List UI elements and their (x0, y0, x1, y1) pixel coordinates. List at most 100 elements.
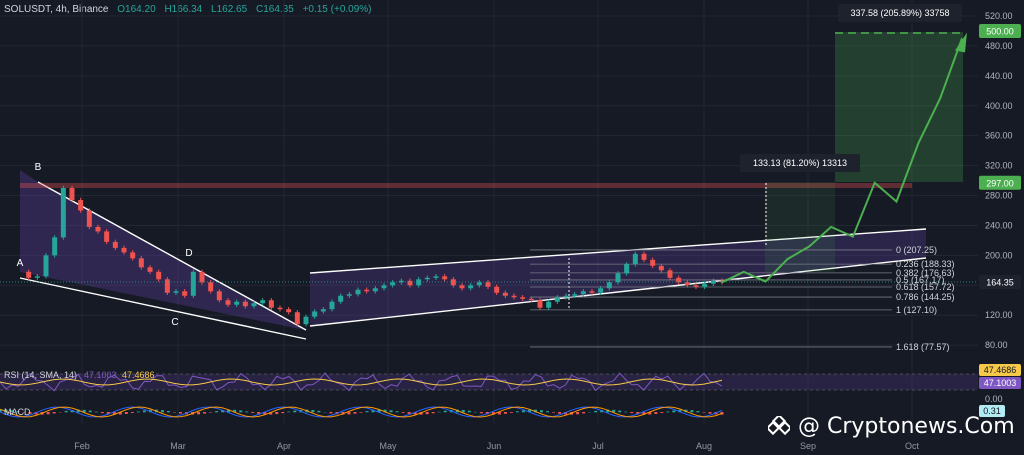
macd-histogram-bar (245, 411, 249, 413)
candle-body (528, 298, 534, 301)
macd-histogram-bar (359, 412, 363, 413)
macd-histogram-bar (94, 411, 98, 413)
macd-histogram-bar (395, 411, 399, 413)
macd-histogram-bar (509, 412, 513, 413)
y-tick-label: 120.00 (985, 310, 1013, 320)
candle-body (702, 283, 708, 287)
x-tick-label: Aug (696, 441, 712, 451)
macd-histogram-bar (317, 410, 321, 413)
y-tick-label: 480.00 (985, 41, 1013, 51)
candle-body (667, 270, 673, 278)
candle-body (468, 285, 474, 289)
macd-histogram-bar (401, 412, 405, 413)
macd-histogram-bar (160, 410, 164, 413)
y-tick-label: 400.00 (985, 101, 1013, 111)
resistance-price-tag: 297.00 (986, 178, 1014, 188)
candle-body (580, 291, 586, 295)
x-tick-label: Oct (905, 441, 920, 451)
candle-body (476, 282, 482, 286)
y-tick-label: 320.00 (985, 161, 1013, 171)
current-price-tag: 164.35 (986, 278, 1014, 288)
macd-histogram-bar (215, 411, 219, 413)
macd-histogram-bar (281, 412, 285, 414)
price-chart[interactable]: RSI (14, SMA, 14) 47.1003 47.4686 MACD Feb M… (0, 0, 1024, 455)
candle-body (511, 295, 517, 298)
candle-body (69, 188, 75, 201)
y-tick-label: 280.00 (985, 191, 1013, 201)
candle-body (138, 258, 144, 268)
rsi-value: 47.1003 (84, 370, 117, 380)
candle-body (260, 300, 266, 304)
candle-body (182, 291, 188, 296)
candle-body (130, 252, 136, 259)
fib-level-label: 0.786 (144.25) (896, 292, 955, 302)
candle-body (433, 276, 439, 278)
candle-body (650, 259, 656, 266)
rsi-label: RSI (14, SMA, 14) (4, 370, 77, 380)
x-tick-label: May (379, 441, 397, 451)
macd-histogram-bar (124, 412, 128, 414)
pattern-point-label: B (35, 162, 42, 173)
candle-body (43, 255, 49, 277)
macd-histogram-bar (431, 412, 435, 414)
macd-histogram-bar (275, 412, 279, 415)
macd-histogram-bar (293, 410, 297, 413)
candle-body (355, 289, 361, 295)
macd-histogram-bar (52, 412, 56, 414)
fib-level-label: 0 (207.25) (896, 245, 937, 255)
macd-histogram-bar (630, 412, 634, 414)
rsi-ma-tag: 47.4686 (984, 365, 1017, 375)
price-scale[interactable]: 80.00120.00160.00200.00240.00280.00320.0… (979, 11, 1021, 417)
macd-histogram-bar (666, 411, 670, 413)
candle-body (294, 312, 300, 325)
macd-label: MACD (4, 407, 31, 417)
fib-level-label: 1.618 (77.57) (896, 342, 950, 352)
candle-body (216, 291, 222, 301)
macd-histogram-bar (690, 410, 694, 413)
macd-histogram-bar (552, 412, 556, 413)
x-tick-label: Jun (487, 441, 502, 451)
candle-body (502, 292, 508, 296)
macd-histogram-bar (624, 411, 628, 413)
fib-level-label: 0.618 (157.72) (896, 282, 955, 292)
candle-body (268, 300, 274, 308)
candle-body (424, 277, 430, 280)
cryptonews-logo-icon (768, 415, 790, 435)
macd-histogram-bar (576, 412, 580, 415)
pattern-point-label: A (17, 258, 24, 269)
candle-body (693, 285, 699, 287)
candle-body (641, 253, 647, 260)
macd-histogram-bar (425, 412, 429, 415)
indicator-panes: RSI (14, SMA, 14) 47.1003 47.4686 MACD (0, 370, 978, 418)
candle-body (121, 247, 127, 253)
candle-body (320, 309, 326, 312)
candle-body (26, 271, 32, 278)
candle-body (60, 188, 66, 238)
candle-body (624, 264, 630, 274)
macd-histogram-bar (546, 411, 550, 413)
fib-level-label: 1 (127.10) (896, 305, 937, 315)
candle-body (208, 282, 214, 292)
candle-body (632, 253, 638, 265)
pattern-point-label: D (185, 248, 192, 259)
x-tick-label: Feb (74, 441, 90, 451)
candle-body (52, 237, 58, 256)
macd-histogram-bar (660, 412, 664, 413)
macd-histogram-bar (594, 410, 598, 413)
macd-histogram-bar (329, 412, 333, 414)
candle-body (251, 303, 257, 307)
candle-body (104, 231, 110, 242)
macd-histogram-bar (130, 412, 134, 413)
measure-tag: 337.58 (205.89%) 33758 (850, 8, 949, 18)
candle-body (606, 282, 612, 289)
macd-histogram-bar (389, 410, 393, 413)
candle-body (390, 282, 396, 286)
macd-histogram-bar (461, 409, 465, 413)
candle-body (303, 316, 309, 325)
macd-histogram-bar (203, 412, 207, 414)
measure-box (765, 182, 835, 272)
candle-body (372, 288, 378, 292)
y-tick-label: 80.00 (985, 340, 1008, 350)
macd-histogram-bar (88, 410, 92, 413)
rsi-ma-value: 47.4686 (122, 370, 155, 380)
